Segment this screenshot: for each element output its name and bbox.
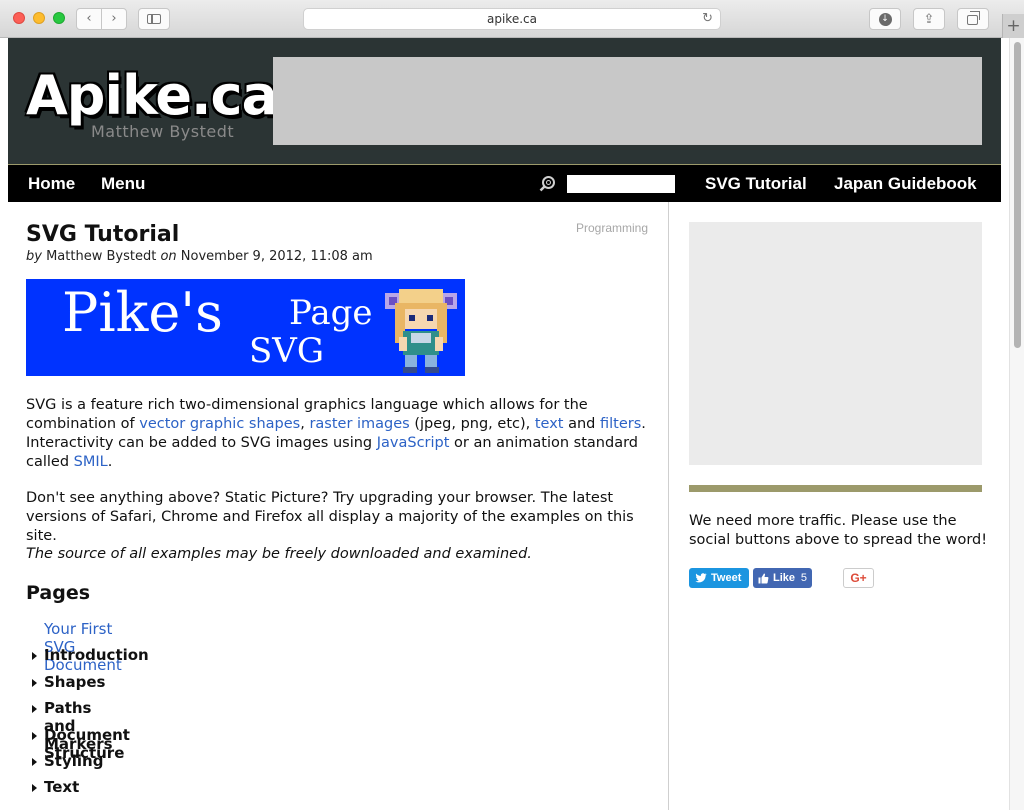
site-logo[interactable]: Apike.ca [26,66,278,126]
minimize-window-button[interactable] [33,12,45,24]
forward-button[interactable]: › [102,9,126,29]
p1-text-3: (jpeg, png, etc), [409,416,535,432]
link-raster-images[interactable]: raster images [309,416,409,432]
like-label: Like [773,572,796,584]
search-input[interactable] [567,175,675,193]
thumbs-up-icon [758,573,769,583]
new-tab-button[interactable]: + [1002,14,1024,38]
site-header: Apike.ca Matthew Bystedt [8,38,1001,165]
google-plus-icon: G+ [850,571,867,585]
url-text: apike.ca [487,12,537,26]
sidebar: We need more traffic. Please use the soc… [669,202,1001,810]
feature-title-pikes: Pike's [62,281,223,344]
page-viewport: Apike.ca Matthew Bystedt Home Menu SVG T… [0,38,1024,810]
disclosure-triangle-icon[interactable] [32,678,37,687]
byline-author: Matthew Bystedt [46,249,157,264]
post-title: SVG Tutorial [26,222,180,247]
byline-date: November 9, 2012, 11:08 am [180,249,373,264]
tabs-icon [966,11,980,25]
disclosure-triangle-icon[interactable] [32,705,37,714]
nav-menu[interactable]: Menu [101,165,145,202]
intro-paragraph: SVG is a feature rich two-dimensional gr… [26,396,656,472]
link-javascript[interactable]: JavaScript [377,435,450,451]
page-scrollbar[interactable] [1009,38,1024,810]
pixel-character-sprite [385,289,457,373]
page-section-text[interactable]: Text [44,778,79,796]
download-icon: ↓ [878,12,892,26]
google-plus-button[interactable]: G+ [843,568,874,588]
page-section-shapes[interactable]: Shapes [44,673,105,691]
address-bar[interactable]: apike.ca ↻ [303,8,721,30]
source-note-paragraph: The source of all examples may be freely… [26,546,532,562]
feature-title-page: Page [289,293,373,333]
disclosure-triangle-icon[interactable] [32,784,37,793]
nav-svg-tutorial[interactable]: SVG Tutorial [705,165,807,202]
byline-on: on [160,249,177,264]
p1-text-7: . [107,454,113,470]
twitter-bird-icon [695,573,707,583]
disclosure-triangle-icon[interactable] [32,731,37,740]
link-filters[interactable]: filters [600,416,641,432]
like-count: 5 [800,572,807,584]
main-content: Programming SVG Tutorial by Matthew Byst… [8,202,669,810]
sidebar-toggle-button[interactable] [138,8,170,30]
scrollbar-thumb[interactable] [1014,42,1021,348]
main-nav: Home Menu SVG Tutorial Japan Guidebook [8,165,1001,202]
page-section-introduction[interactable]: Introduction [44,646,149,664]
show-tabs-button[interactable] [957,8,989,30]
feature-image: Pike's Page SVG [26,279,465,376]
p1-text-4: and [563,416,600,432]
back-button[interactable]: ‹ [77,9,101,29]
history-nav-group: ‹ › [76,8,127,30]
nav-home[interactable]: Home [28,165,75,202]
nav-japan-guidebook[interactable]: Japan Guidebook [834,165,977,202]
site-tagline: Matthew Bystedt [91,122,235,141]
search-icon[interactable] [539,175,556,192]
disclosure-triangle-icon[interactable] [32,757,37,766]
tweet-label: Tweet [711,572,742,584]
feature-title-svg: SVG [249,331,325,371]
header-ad[interactable] [273,57,982,145]
reload-icon[interactable]: ↻ [702,9,713,29]
disclosure-triangle-icon[interactable] [32,652,37,661]
pages-heading: Pages [26,582,91,604]
link-text[interactable]: text [535,416,564,432]
page-content: Apike.ca Matthew Bystedt Home Menu SVG T… [8,38,1001,810]
sidebar-ad[interactable] [689,222,982,465]
traffic-message: We need more traffic. Please use the soc… [689,513,988,548]
sidebar-icon [147,14,161,24]
share-icon: ⇪ [923,11,935,27]
post-byline: by Matthew Bystedt on November 9, 2012, … [26,249,373,264]
post-category[interactable]: Programming [576,221,648,235]
facebook-like-button[interactable]: Like 5 [753,568,812,588]
link-vector-graphic-shapes[interactable]: vector graphic shapes [139,416,300,432]
page-section-styling[interactable]: Styling [44,752,103,770]
close-window-button[interactable] [13,12,25,24]
sidebar-divider [689,485,982,492]
link-smil[interactable]: SMIL [74,454,108,470]
browser-note-paragraph: Don't see anything above? Static Picture… [26,490,634,544]
share-button[interactable]: ⇪ [913,8,945,30]
browser-toolbar: ‹ › apike.ca ↻ ↓ ⇪ + [0,0,1024,38]
tweet-button[interactable]: Tweet [689,568,749,588]
zoom-window-button[interactable] [53,12,65,24]
byline-by: by [26,249,42,264]
downloads-button[interactable]: ↓ [869,8,901,30]
